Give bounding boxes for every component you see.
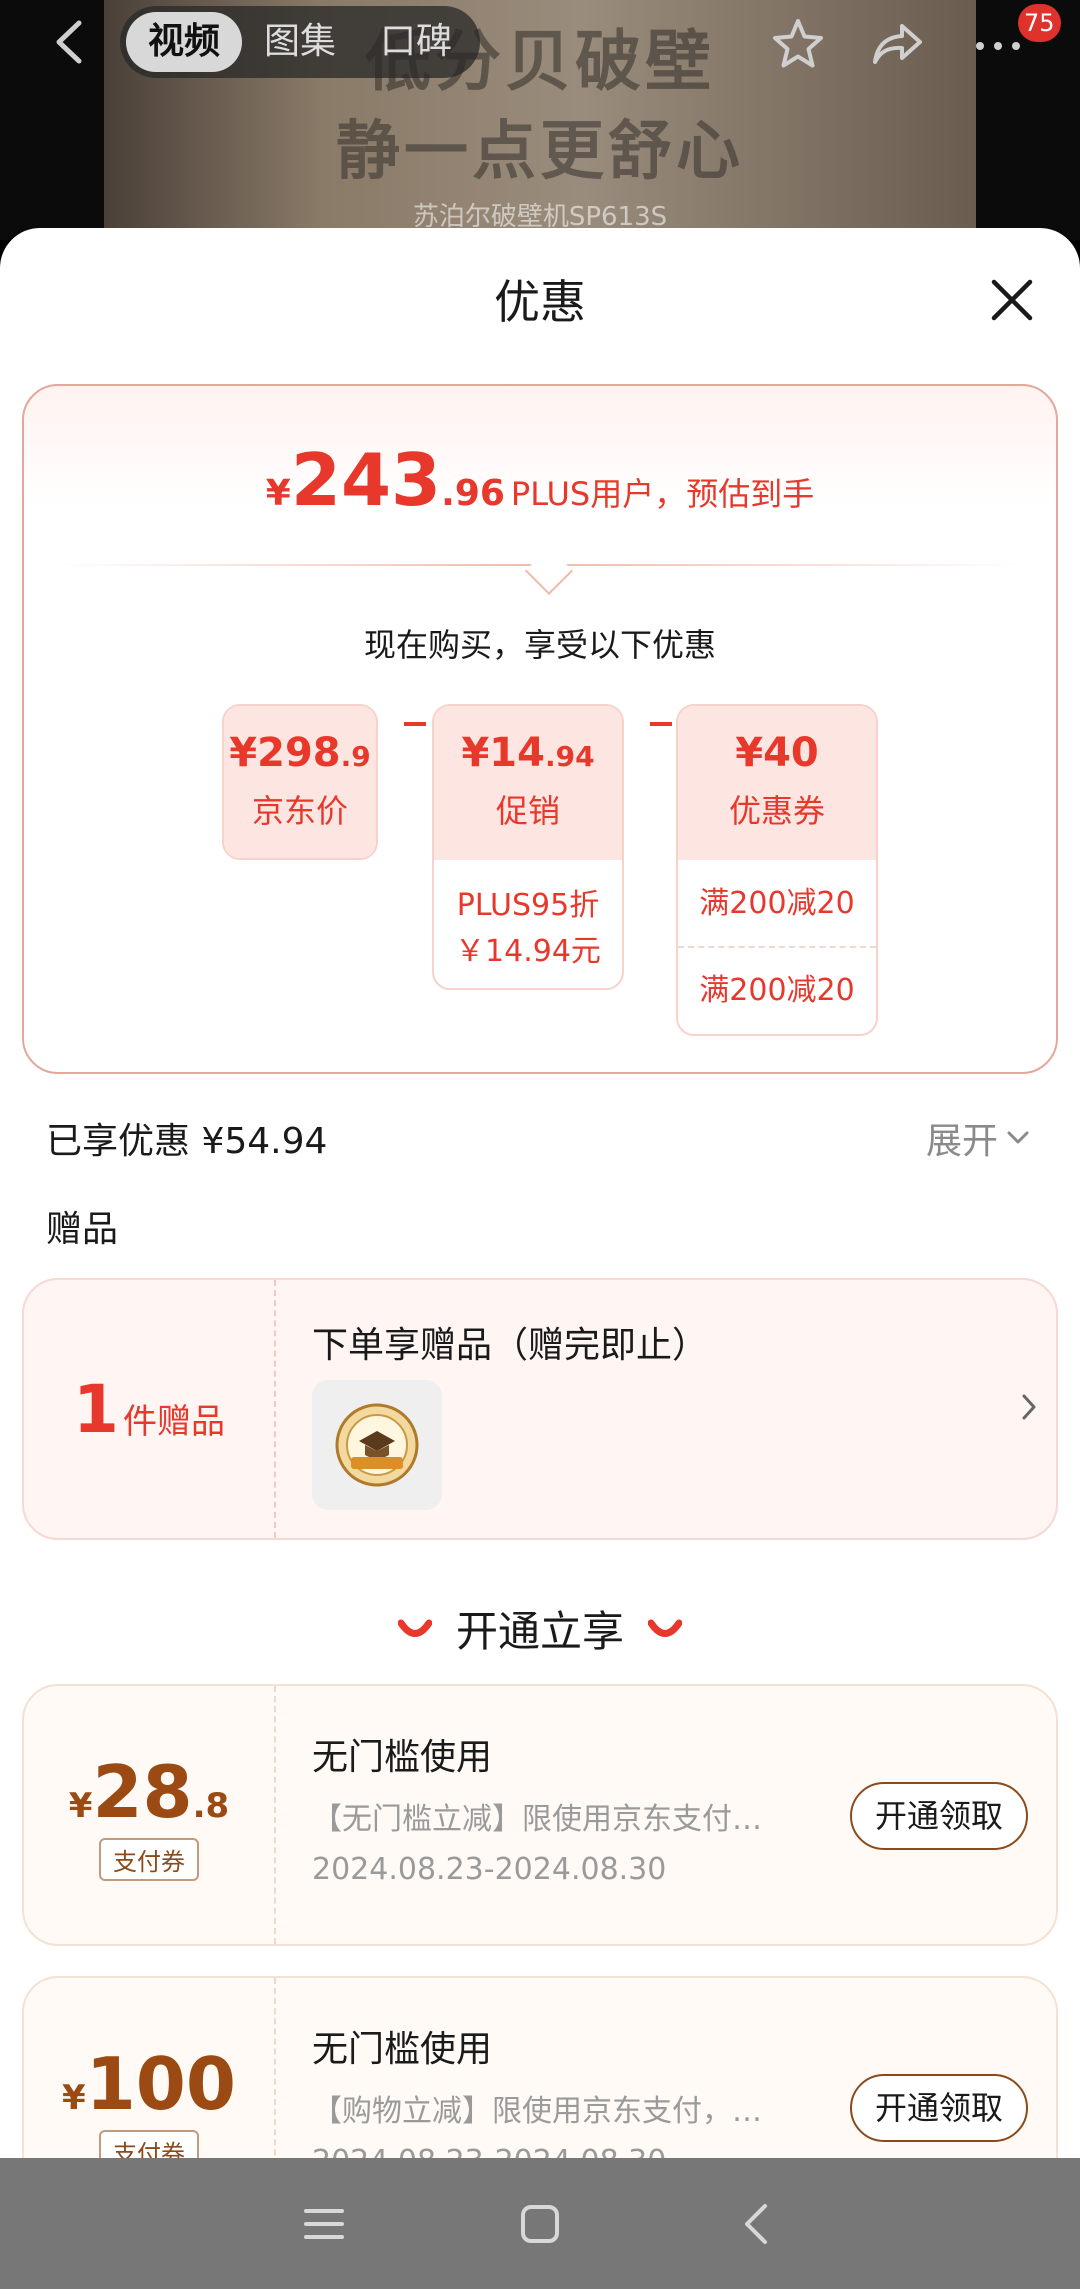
coupon-validity: 2024.08.23-2024.08.30: [312, 1852, 667, 1887]
coupon-rule: 满200减20: [678, 860, 876, 948]
back-icon: [745, 2203, 767, 2244]
divider-notch: [524, 546, 574, 596]
estimated-label: PLUS用户，预估到手: [510, 475, 815, 513]
gift-arrow[interactable]: [1020, 1392, 1038, 1426]
offers-sheet: 优惠 ¥243.96 PLUS用户，预估到手 现在购买，享受以下优惠 ¥298.9…: [0, 228, 1080, 2158]
promotion-chip: ¥14.94 促销 PLUS95折 ￥14.94元: [432, 704, 624, 990]
star-icon: [773, 19, 823, 68]
price-summary-card: ¥243.96 PLUS用户，预估到手 现在购买，享受以下优惠 ¥298.9 京东…: [22, 384, 1058, 1074]
promotion-value: ¥14.94: [461, 730, 595, 776]
coupon-chip-value: ¥40: [735, 730, 819, 776]
minus-sign: [650, 722, 672, 726]
gift-count: 1 件赠品: [24, 1280, 276, 1538]
jd-price-chip: ¥298.9 京东价: [222, 704, 378, 860]
banner-subheadline: 静一点更舒心: [336, 115, 744, 189]
chevron-left-icon: [56, 20, 82, 64]
coupon-amount: ¥100: [62, 2041, 236, 2126]
gift-card[interactable]: 1 件赠品 下单享赠品（赠完即止）: [22, 1278, 1058, 1540]
open-and-claim-button[interactable]: 开通领取: [850, 1782, 1028, 1850]
estimated-currency: ¥: [265, 473, 291, 514]
favorite-button[interactable]: [766, 12, 830, 76]
coupon-description: 【购物立减】限使用京东支付，…: [312, 2094, 762, 2129]
coupon-chip: ¥40 优惠券 满200减20 满200减20: [676, 704, 878, 1036]
coupon-amount-block: ¥28.8 支付券: [24, 1686, 276, 1944]
expand-label: 展开: [926, 1121, 999, 1162]
estimated-price: ¥243.96 PLUS用户，预估到手: [24, 438, 1056, 522]
home-button[interactable]: [512, 2196, 568, 2252]
home-square-icon: [521, 2204, 559, 2243]
media-tabs: 视频 图集 口碑: [120, 6, 480, 78]
back-button[interactable]: [40, 14, 96, 70]
share-icon: [873, 24, 922, 64]
coupon-type-tag: 支付券: [99, 1837, 199, 1881]
chevron-down-icon: [1007, 1131, 1029, 1144]
message-count-badge: 75: [1018, 4, 1061, 42]
chevron-right-icon: [1022, 1394, 1036, 1420]
jd-price-value: ¥298.9: [229, 730, 371, 776]
minus-sign: [404, 722, 426, 726]
tab-gallery[interactable]: 图集: [242, 12, 358, 72]
sheet-title: 优惠: [494, 275, 586, 329]
system-back-button[interactable]: [728, 2196, 784, 2252]
recents-button[interactable]: [296, 2196, 352, 2252]
coupon-amount-block: ¥100 支付券: [24, 1978, 276, 2158]
share-button[interactable]: [866, 12, 930, 76]
close-icon: [991, 279, 1033, 321]
payment-coupon-card: ¥28.8 支付券 无门槛使用 【无门槛立减】限使用京东支付… 2024.08.…: [22, 1684, 1058, 1946]
smile-decoration-icon: [397, 1619, 432, 1637]
gift-thumbnail[interactable]: [312, 1380, 442, 1510]
gift-title: 下单享赠品（赠完即止）: [312, 1325, 709, 1366]
smile-decoration-icon: [648, 1619, 682, 1637]
coupon-validity: 2024.08.23-2024.08.30: [312, 2144, 666, 2158]
estimated-decimal: .96: [441, 473, 505, 514]
promotion-detail: ￥14.94元: [455, 934, 601, 969]
coupon-rule: 满200减20: [699, 973, 855, 1008]
close-button[interactable]: [980, 268, 1044, 332]
buy-now-text: 现在购买，享受以下优惠: [363, 626, 716, 664]
system-navigation-bar: [0, 2158, 1080, 2289]
tab-video[interactable]: 视频: [126, 12, 242, 72]
coupon-chip-label: 优惠券: [728, 792, 825, 830]
open-and-claim-button[interactable]: 开通领取: [850, 2074, 1028, 2142]
coupon-type-tag: 支付券: [99, 2129, 199, 2158]
coupon-description: 【无门槛立减】限使用京东支付…: [312, 1802, 762, 1837]
menu-icon: [304, 2208, 344, 2239]
coupon-title: 无门槛使用: [312, 2029, 493, 2070]
estimated-integer: 243: [290, 438, 442, 522]
promotion-detail: PLUS95折: [456, 888, 600, 923]
gifts-section-title: 赠品: [46, 1209, 119, 1250]
coupon-amount: ¥28.8: [68, 1749, 230, 1834]
gift-count-unit: 件赠品: [122, 1401, 225, 1442]
jd-price-label: 京东价: [251, 792, 348, 830]
open-benefits-title: 开通立享: [455, 1607, 624, 1656]
gift-count-number: 1: [73, 1370, 119, 1448]
coupon-title: 无门槛使用: [312, 1737, 493, 1778]
product-banner: 低分贝破壁 静一点更舒心 苏泊尔破壁机SP613S 视频 图集 口碑 75: [0, 0, 1080, 240]
gift-badge-icon: [335, 1403, 419, 1487]
tab-reviews[interactable]: 口碑: [358, 12, 474, 72]
payment-coupon-card: ¥100 支付券 无门槛使用 【购物立减】限使用京东支付，… 2024.08.2…: [22, 1976, 1058, 2158]
enjoyed-discount: 已享优惠 ¥54.94: [46, 1121, 328, 1162]
open-benefits-header: 开通立享: [0, 1598, 1080, 1659]
expand-button[interactable]: 展开: [926, 1112, 1030, 1164]
promotion-label: 促销: [495, 792, 560, 830]
